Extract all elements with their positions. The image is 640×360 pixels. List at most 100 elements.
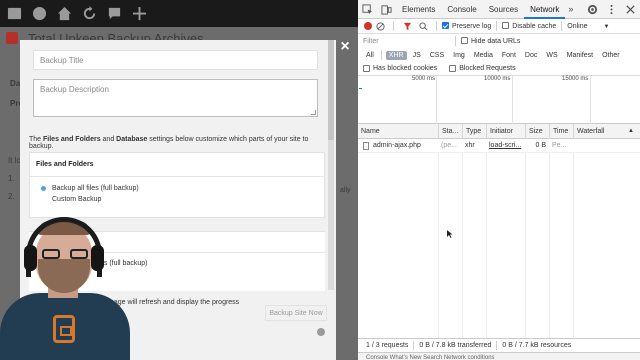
timeline-gridline (590, 76, 591, 124)
shirt-logo-icon (53, 315, 75, 343)
checkbox-icon[interactable] (502, 22, 510, 29)
tab-network[interactable]: Network (524, 0, 566, 19)
record-icon[interactable] (364, 22, 372, 30)
cell-initiator-link[interactable]: load-scri... (486, 139, 525, 153)
resource-type-filters: All XHR JS CSS Img Media Font Doc WS Man… (358, 48, 640, 62)
hide-data-urls-checkbox[interactable]: Hide data URLs (461, 37, 520, 45)
checkbox-icon[interactable] (363, 65, 370, 72)
updates-icon[interactable] (81, 5, 98, 22)
cell-name[interactable]: admin-ajax.php (370, 139, 438, 153)
intro-files: Files and Folders (43, 136, 101, 143)
column-size[interactable]: Size (525, 124, 549, 139)
intro-middle: and (100, 136, 117, 143)
toolbar-divider (393, 21, 394, 31)
has-blocked-cookies-label: Has blocked cookies (373, 65, 438, 72)
column-divider (525, 153, 526, 338)
close-devtools-icon[interactable] (621, 0, 640, 19)
timeline-tick: 10000 ms (484, 76, 511, 82)
table-row[interactable]: admin-ajax.php (pe... xhr load-scri... 0… (358, 139, 640, 153)
type-xhr[interactable]: XHR (385, 50, 407, 60)
cell-size: 0 B (535, 142, 546, 149)
wordpress-logo-icon[interactable] (31, 5, 48, 22)
blocked-requests-checkbox[interactable]: Blocked Requests (449, 65, 516, 72)
settings-gear-icon[interactable] (583, 0, 602, 19)
type-other[interactable]: Other (599, 51, 623, 60)
cell-time: Pe... (552, 142, 567, 149)
add-new-icon[interactable] (131, 5, 148, 22)
tab-sources[interactable]: Sources (483, 0, 524, 19)
column-type[interactable]: Type (462, 124, 486, 139)
scrollbar-thumb[interactable] (328, 40, 334, 140)
preserve-log-checkbox[interactable]: Preserve log (442, 22, 491, 30)
comments-icon[interactable] (106, 5, 123, 22)
checkbox-checked-icon[interactable] (442, 22, 449, 29)
intro-database: Database (116, 136, 148, 143)
resize-handle-icon[interactable] (311, 110, 316, 115)
checkbox-icon[interactable] (461, 37, 468, 44)
resources-size: 0 B / 7.7 kB resources (502, 342, 572, 349)
full-backup-option[interactable]: Backup all files (full backup) (41, 185, 139, 192)
column-initiator[interactable]: Initiator (486, 124, 525, 139)
network-toolbar: Preserve log Disable cache Online ▼ (358, 19, 640, 34)
wordpress-admin: Total Upkeep Backup Archives Da Pre It l… (0, 0, 358, 360)
throttle-select[interactable]: Online ▼ (567, 23, 609, 30)
column-divider (549, 153, 550, 338)
type-img[interactable]: Img (450, 51, 468, 60)
close-icon[interactable]: × (338, 39, 352, 55)
requests-table-header: Name Sta... Type Initiator Size Time Wat… (358, 124, 640, 139)
home-icon[interactable] (56, 5, 73, 22)
type-media[interactable]: Media (471, 51, 496, 60)
filter-input[interactable]: Filter (358, 38, 450, 45)
type-manifest[interactable]: Manifest (564, 51, 596, 60)
headphones-icon (26, 217, 102, 277)
toolbar-divider (380, 50, 382, 60)
spinner-icon (317, 328, 325, 336)
backup-site-now-button[interactable]: Backup Site Now (265, 305, 327, 321)
devtools-drawer-tabs[interactable]: Console What's New Search Network condit… (358, 352, 640, 360)
clear-icon[interactable] (372, 19, 388, 34)
checkbox-icon[interactable] (449, 65, 457, 72)
device-toolbar-icon[interactable] (377, 0, 396, 19)
column-status[interactable]: Sta... (438, 124, 462, 139)
column-time[interactable]: Time (549, 124, 573, 139)
search-icon[interactable] (415, 19, 431, 34)
blocked-requests-label: Blocked Requests (459, 65, 516, 72)
menu-icon[interactable] (6, 5, 23, 22)
admin-bar (0, 0, 358, 27)
inspect-element-icon[interactable] (358, 0, 377, 19)
panel-heading: Files and Folders (30, 153, 324, 177)
tab-elements[interactable]: Elements (396, 0, 441, 19)
has-blocked-cookies-checkbox[interactable]: Has blocked cookies (363, 65, 437, 72)
settings-intro: The Files and Folders and Database setti… (29, 136, 329, 150)
more-options-icon[interactable] (602, 0, 621, 19)
disable-cache-checkbox[interactable]: Disable cache (502, 22, 556, 30)
status-divider (413, 341, 415, 350)
modal-scrollbar[interactable] (328, 40, 334, 290)
more-tabs-icon[interactable]: » (565, 4, 576, 14)
sort-ascending-icon[interactable]: ▲ (628, 124, 634, 139)
cell-type: xhr (465, 142, 475, 149)
type-all[interactable]: All (363, 51, 377, 60)
intro-prefix: The (29, 136, 44, 143)
column-name[interactable]: Name (358, 124, 438, 139)
type-js[interactable]: JS (410, 51, 424, 60)
filter-funnel-icon[interactable] (399, 19, 415, 34)
headphone-cup-left (24, 245, 37, 271)
type-doc[interactable]: Doc (522, 51, 540, 60)
timeline-gridline (512, 76, 513, 124)
type-font[interactable]: Font (499, 51, 519, 60)
notice-fragment: ally (340, 187, 351, 194)
type-ws[interactable]: WS (543, 51, 560, 60)
devtools-tabbar: Elements Console Sources Network » (358, 0, 640, 19)
screen: Total Upkeep Backup Archives Da Pre It l… (0, 0, 640, 360)
throttle-value: Online (567, 22, 588, 30)
type-css[interactable]: CSS (427, 51, 447, 60)
notice-line: It lo (8, 156, 21, 165)
timeline-overview[interactable]: 5000 ms 10000 ms 15000 ms (358, 76, 640, 124)
chevron-down-icon: ▼ (603, 23, 610, 30)
backup-title-input[interactable]: Backup Title (33, 50, 318, 70)
radio-selected-icon[interactable] (41, 186, 46, 191)
tab-console[interactable]: Console (441, 0, 482, 19)
transferred-size: 0 B / 7.8 kB transferred (419, 342, 492, 349)
backup-description-textarea[interactable]: Backup Description (33, 79, 318, 117)
